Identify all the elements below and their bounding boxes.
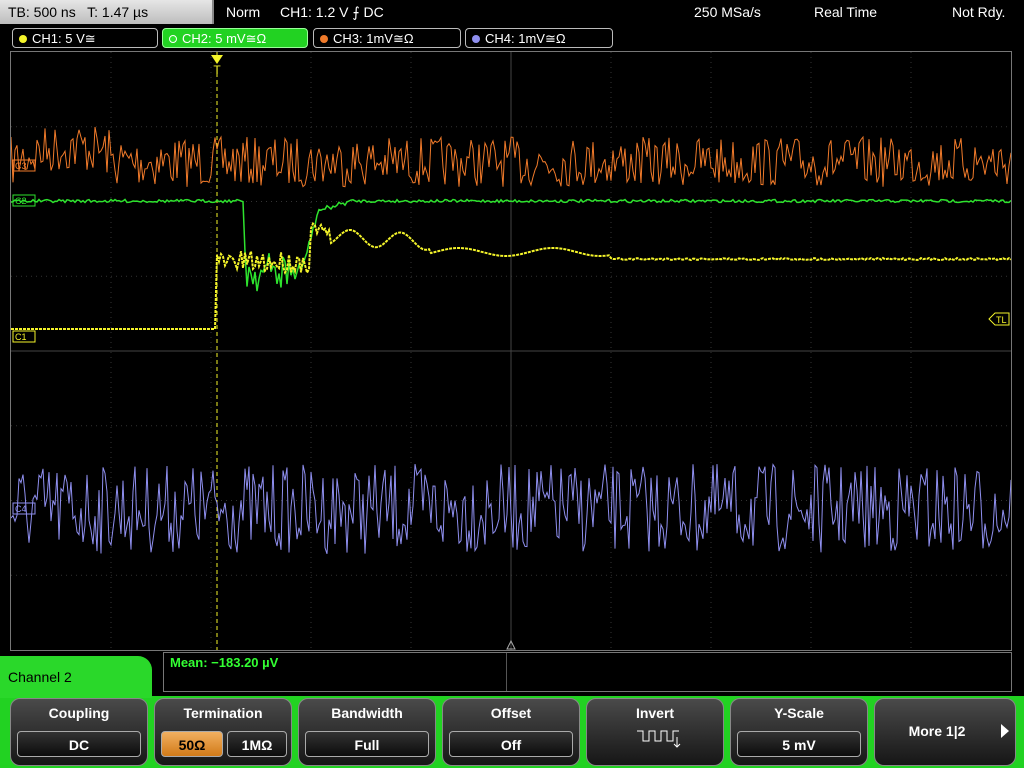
ch4-marker-label: C4 <box>15 504 27 514</box>
yscale-title: Y-Scale <box>774 705 824 721</box>
trigger-mode[interactable]: Norm <box>226 0 260 24</box>
graticule-grid <box>11 52 1011 650</box>
offset-value[interactable]: Off <box>449 731 573 757</box>
coupling-softkey[interactable]: Coupling DC <box>10 698 148 766</box>
bandwidth-softkey[interactable]: Bandwidth Full <box>298 698 436 766</box>
waveform-display[interactable]: T C3 C2 C1 C4 TL <box>10 51 1012 651</box>
ch1-marker-label: C1 <box>15 332 27 342</box>
coupling-title: Coupling <box>48 705 110 721</box>
ch4-dot-icon <box>472 35 480 43</box>
waveform-canvas: T C3 C2 C1 C4 TL <box>11 52 1011 650</box>
measurement-mean: Mean: −183.20 µV <box>170 655 279 670</box>
tab-ch2[interactable]: CH2: 5 mV≅Ω <box>162 28 308 48</box>
termination-softkey[interactable]: Termination 50Ω 1MΩ <box>154 698 292 766</box>
offset-softkey[interactable]: Offset Off <box>442 698 580 766</box>
ch3-ground-marker: C3 <box>12 159 36 172</box>
acquisition-mode: Real Time <box>814 4 878 20</box>
more-softkey[interactable]: More 1|2 <box>874 698 1016 766</box>
trigger-pos-label: T <box>213 63 221 77</box>
trigger-level-label: TL <box>996 315 1007 325</box>
timebase-label: TB: 500 ns <box>8 4 76 20</box>
more-label: More 1|2 <box>908 723 966 739</box>
invert-waveform-icon <box>637 730 681 748</box>
invert-title: Invert <box>635 705 675 721</box>
tab-ch3[interactable]: CH3: 1mV≅Ω <box>313 28 461 48</box>
menu-title: Channel 2 <box>0 656 152 698</box>
sample-rate: 250 MSa/s <box>694 4 761 20</box>
status-bar: TB: 500 ns T: 1.47 µs Norm CH1: 1.2 V ⨍ … <box>0 0 1024 24</box>
trigger-level-marker: TL <box>988 312 1010 326</box>
bandwidth-value[interactable]: Full <box>305 731 429 757</box>
bandwidth-title: Bandwidth <box>331 705 403 721</box>
coupling-value[interactable]: DC <box>17 731 141 757</box>
ch2-marker-label: C2 <box>15 196 27 206</box>
termination-title: Termination <box>183 705 263 721</box>
ch1-ground-marker: C1 <box>12 330 36 343</box>
ch3-label: CH3: 1mV≅Ω <box>333 31 414 46</box>
next-page-icon <box>1001 724 1009 738</box>
offset-title: Offset <box>490 705 532 721</box>
yscale-softkey[interactable]: Y-Scale 5 mV <box>730 698 868 766</box>
termination-50ohm[interactable]: 50Ω <box>161 731 223 757</box>
ch3-marker-label: C3 <box>15 161 27 171</box>
measurement-bar[interactable]: Mean: −183.20 µV <box>163 652 1012 692</box>
timebase-box[interactable]: TB: 500 ns T: 1.47 µs <box>0 0 214 24</box>
trigger-source[interactable]: CH1: 1.2 V ⨍ DC <box>280 0 384 24</box>
ch2-dot-icon <box>169 35 177 43</box>
acquisition-state: Not Rdy. <box>952 4 1006 20</box>
ch3-dot-icon <box>320 35 328 43</box>
yscale-value[interactable]: 5 mV <box>737 731 861 757</box>
termination-1mohm[interactable]: 1MΩ <box>227 731 287 757</box>
ch2-label: CH2: 5 mV≅Ω <box>182 31 267 46</box>
invert-softkey[interactable]: Invert <box>586 698 724 766</box>
tab-ch4[interactable]: CH4: 1mV≅Ω <box>465 28 613 48</box>
ch1-dot-icon <box>19 35 27 43</box>
ch4-label: CH4: 1mV≅Ω <box>485 31 566 46</box>
ch1-label: CH1: 5 V≅ <box>32 31 96 46</box>
trigger-time-label: T: 1.47 µs <box>87 4 149 20</box>
tab-ch1[interactable]: CH1: 5 V≅ <box>12 28 158 48</box>
